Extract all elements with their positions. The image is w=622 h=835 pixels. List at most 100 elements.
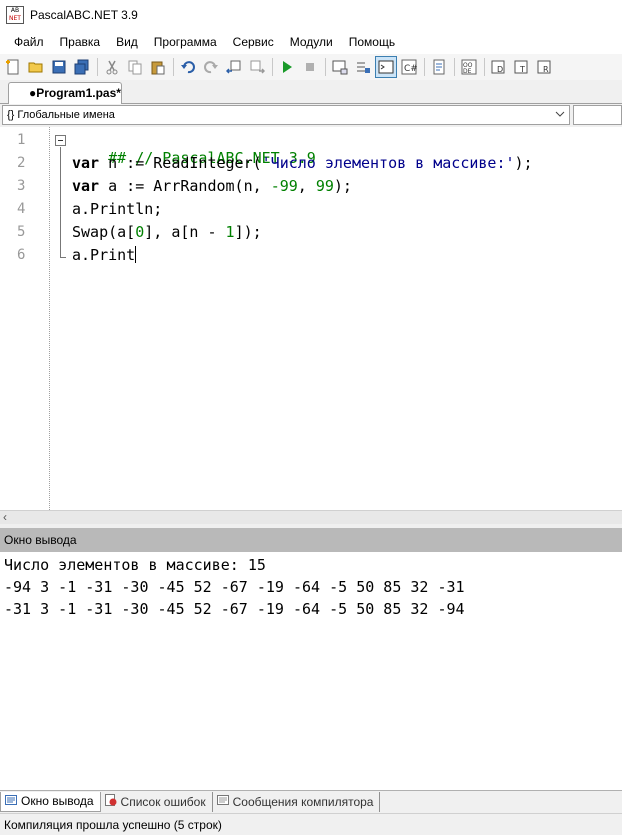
fold-toggle[interactable] bbox=[55, 135, 66, 146]
toolbar-separator bbox=[484, 58, 485, 76]
tab-compiler-messages[interactable]: Сообщения компилятора bbox=[213, 791, 381, 812]
toolbar-separator bbox=[272, 58, 273, 76]
code-text: ], a[n - bbox=[144, 223, 226, 241]
menu-bar: Файл Правка Вид Программа Сервис Модули … bbox=[0, 30, 622, 54]
tab-error-list[interactable]: Список ошибок bbox=[101, 791, 213, 812]
copy-icon[interactable] bbox=[124, 56, 146, 78]
scope-bar: {} Глобальные имена bbox=[0, 104, 622, 126]
line-number: 3 bbox=[17, 178, 26, 194]
compiler-messages-icon bbox=[216, 794, 229, 809]
line-number: 5 bbox=[17, 224, 26, 240]
code-text: a := ArrRandom(n, bbox=[99, 177, 271, 195]
code-text: ); bbox=[333, 177, 352, 195]
menu-file[interactable]: Файл bbox=[6, 35, 52, 49]
code-text: a.Println; bbox=[72, 200, 163, 218]
tab-label: Список ошибок bbox=[120, 794, 206, 809]
redo-icon[interactable] bbox=[200, 56, 222, 78]
code-text: ); bbox=[514, 154, 533, 172]
code-text: n := ReadInteger( bbox=[99, 154, 262, 172]
code-line-5: Swap(a[0], a[n - 1]); bbox=[72, 223, 262, 241]
tab-output-window[interactable]: Окно вывода bbox=[0, 791, 101, 812]
member-dropdown[interactable] bbox=[573, 105, 622, 125]
line-number: 1 bbox=[17, 132, 26, 148]
chevron-down-icon bbox=[555, 109, 565, 122]
output-line: -31 3 -1 -31 -30 -45 52 -67 -19 -64 -5 5… bbox=[4, 600, 465, 618]
navigate-forward-icon[interactable] bbox=[246, 56, 268, 78]
paste-icon[interactable] bbox=[147, 56, 169, 78]
code-line-6: a.Print bbox=[72, 246, 137, 264]
code-text: ]); bbox=[234, 223, 262, 241]
output-window-icon[interactable] bbox=[375, 56, 397, 78]
menu-help[interactable]: Помощь bbox=[341, 35, 403, 49]
menu-service[interactable]: Сервис bbox=[225, 35, 282, 49]
code-text: a.Print bbox=[72, 246, 136, 264]
menu-program[interactable]: Программа bbox=[146, 35, 225, 49]
menu-edit[interactable]: Правка bbox=[52, 35, 109, 49]
debug-run-icon[interactable] bbox=[352, 56, 374, 78]
toolbar-separator bbox=[173, 58, 174, 76]
code-line-4: a.Println; bbox=[72, 200, 162, 218]
run-icon[interactable] bbox=[276, 56, 298, 78]
menu-modules[interactable]: Модули bbox=[282, 35, 341, 49]
svg-text:R: R bbox=[543, 65, 549, 74]
undo-icon[interactable] bbox=[177, 56, 199, 78]
scope-dropdown[interactable]: {} Глобальные имена bbox=[2, 105, 570, 125]
save-all-icon[interactable] bbox=[71, 56, 93, 78]
window-title: PascalABC.NET 3.9 bbox=[30, 8, 138, 22]
tab-label: Сообщения компилятора bbox=[232, 794, 374, 809]
cut-icon[interactable] bbox=[101, 56, 123, 78]
output-window-icon bbox=[5, 794, 17, 809]
line-number: 6 bbox=[17, 247, 26, 263]
error-list-icon bbox=[104, 794, 117, 809]
debug-step-icon[interactable] bbox=[428, 56, 450, 78]
toolbar-separator bbox=[97, 58, 98, 76]
new-file-icon[interactable] bbox=[2, 56, 24, 78]
code-number: 99 bbox=[315, 177, 334, 195]
menu-view[interactable]: Вид bbox=[108, 35, 146, 49]
code-line-3: var a := ArrRandom(n, -99, 99); bbox=[72, 177, 352, 195]
svg-text:D: D bbox=[497, 65, 503, 74]
format-code-icon[interactable]: C# bbox=[398, 56, 420, 78]
svg-text:DE: DE bbox=[463, 68, 472, 75]
toolbar: C# OO DE D T R bbox=[0, 54, 622, 80]
code-string: 'Число элементов в массиве:' bbox=[261, 154, 515, 172]
code-editor[interactable]: 1 2 3 4 5 6 ## // PascalABC.NET 3.9 var … bbox=[0, 127, 622, 510]
step-into-icon[interactable]: T bbox=[511, 56, 533, 78]
document-tabs: ●Program1.pas* bbox=[0, 80, 622, 104]
output-line: Число элементов в массиве: 15 bbox=[4, 556, 266, 574]
code-number: 0 bbox=[135, 223, 145, 241]
tab-label: Окно вывода bbox=[21, 794, 94, 808]
toolbar-separator bbox=[325, 58, 326, 76]
code-number: -99 bbox=[270, 177, 298, 195]
code-snippet-icon[interactable]: OO DE bbox=[458, 56, 480, 78]
pascalabc-app-icon: AB NET bbox=[6, 6, 24, 24]
line-number: 2 bbox=[17, 155, 26, 171]
bottom-panel-tabs: Окно вывода Список ошибок Сообщения комп… bbox=[0, 790, 622, 812]
line-number-gutter: 1 2 3 4 5 6 bbox=[0, 127, 50, 510]
stop-icon[interactable] bbox=[299, 56, 321, 78]
step-over-icon[interactable]: R bbox=[534, 56, 556, 78]
code-number: 1 bbox=[225, 223, 235, 241]
navigate-back-icon[interactable] bbox=[223, 56, 245, 78]
toolbar-separator bbox=[424, 58, 425, 76]
output-panel[interactable]: Число элементов в массиве: 15 -94 3 -1 -… bbox=[0, 552, 622, 790]
debug-console-icon[interactable] bbox=[329, 56, 351, 78]
designer-icon[interactable]: D bbox=[488, 56, 510, 78]
fold-guide-end bbox=[60, 257, 66, 258]
scroll-left-icon[interactable]: ‹ bbox=[3, 511, 7, 524]
output-panel-header: Окно вывода bbox=[0, 528, 622, 552]
horizontal-scrollbar[interactable]: ‹ bbox=[0, 510, 622, 524]
code-keyword: var bbox=[72, 154, 100, 172]
code-keyword: var bbox=[72, 177, 100, 195]
title-bar: AB NET PascalABC.NET 3.9 bbox=[0, 0, 622, 30]
tab-program1[interactable]: ●Program1.pas* bbox=[8, 82, 122, 104]
svg-text:T: T bbox=[519, 65, 525, 74]
save-icon[interactable] bbox=[48, 56, 70, 78]
code-text: Swap(a[ bbox=[72, 223, 136, 241]
text-caret bbox=[135, 246, 137, 263]
toolbar-separator bbox=[454, 58, 455, 76]
open-folder-icon[interactable] bbox=[25, 56, 47, 78]
status-bar: Компиляция прошла успешно (5 строк) bbox=[0, 813, 622, 835]
svg-text:C#: C# bbox=[404, 64, 417, 74]
output-line: -94 3 -1 -31 -30 -45 52 -67 -19 -64 -5 5… bbox=[4, 578, 465, 596]
